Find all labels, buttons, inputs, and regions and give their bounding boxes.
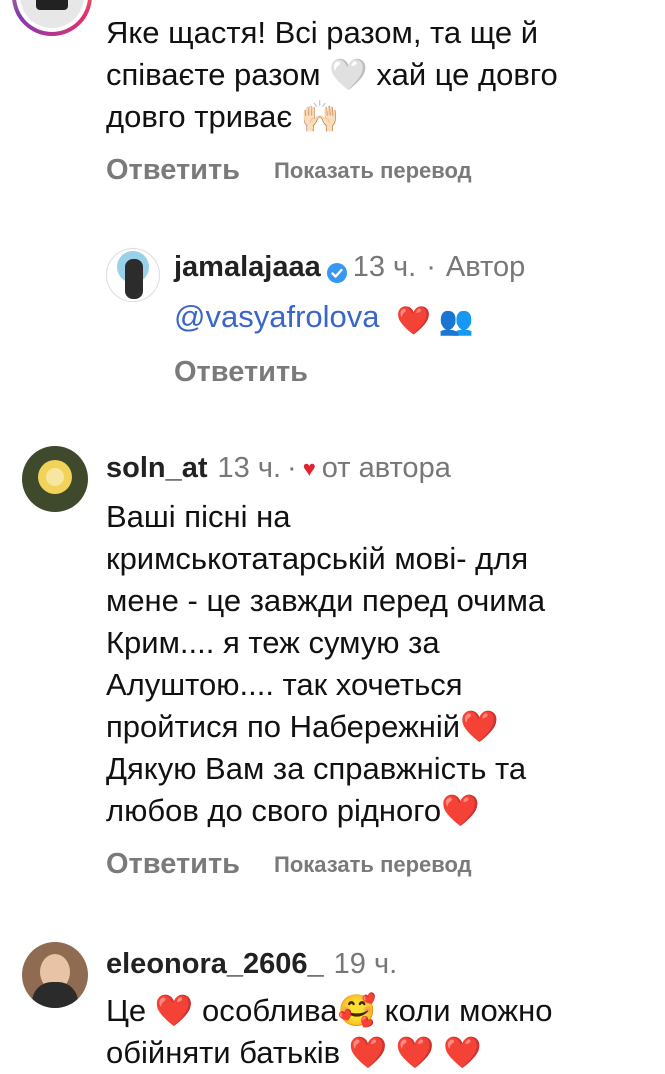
show-translation-button-comment-1[interactable]: Показать перевод xyxy=(274,158,472,184)
comment-time: 13 ч. xyxy=(217,452,282,484)
meta-separator: · xyxy=(426,251,436,283)
comment-time: 13 ч. xyxy=(352,251,417,283)
comment-time: 19 ч. xyxy=(333,948,398,980)
reply-button-comment-3[interactable]: Ответить xyxy=(106,848,240,881)
avatar-eleonora[interactable] xyxy=(22,942,88,1008)
username-eleonora[interactable]: eleonora_2606_ xyxy=(106,948,324,981)
liked-heart-icon: ♥ xyxy=(302,455,316,481)
meta-separator: · xyxy=(287,452,297,484)
mention-link[interactable]: @vasyafrolova xyxy=(174,299,380,334)
comment-3-text: Ваші пісні на кримськотатарській мові- д… xyxy=(106,499,546,828)
author-label: Автор xyxy=(445,251,526,283)
liked-by-author-label: от автора xyxy=(321,452,451,484)
show-translation-button-comment-3[interactable]: Показать перевод xyxy=(274,852,472,878)
verified-badge-icon xyxy=(326,258,347,283)
username-jamalajaaa[interactable]: jamalajaaa xyxy=(174,251,321,284)
reply-button-comment-2[interactable]: Ответить xyxy=(174,356,308,388)
avatar-soln-at[interactable] xyxy=(22,446,88,512)
avatar-jamalajaaa[interactable] xyxy=(106,248,160,302)
reply-button-comment-1[interactable]: Ответить xyxy=(106,154,240,187)
comment-1-text: Яке щастя! Всі разом, та ще й співаєте р… xyxy=(106,15,558,134)
username-soln-at[interactable]: soln_at xyxy=(106,452,208,485)
comment-4-text: Це ❤️ особлива🥰 коли можно обійняти бать… xyxy=(106,993,553,1070)
avatar-comment-1[interactable] xyxy=(12,0,92,36)
comment-2-text: @vasyafrolova ❤️ 👥 xyxy=(174,296,474,342)
emoji-group: ❤️ 👥 xyxy=(396,305,474,336)
